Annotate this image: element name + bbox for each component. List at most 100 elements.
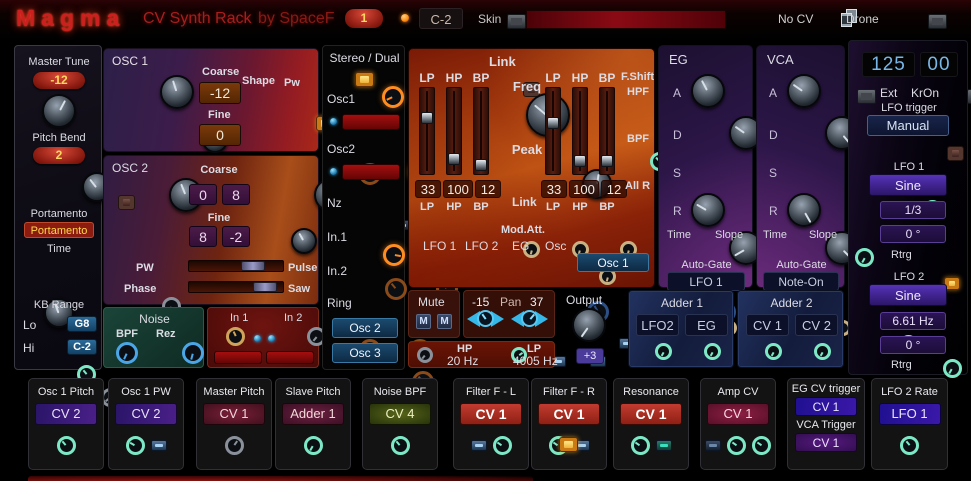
lfo2-phase-knob[interactable] xyxy=(943,359,962,378)
eg-sustain-knob[interactable] xyxy=(691,193,725,227)
lfo1-wave-display[interactable]: Sine xyxy=(869,174,947,196)
filter-l-lp-slider[interactable] xyxy=(419,87,435,175)
vca-attack-knob[interactable] xyxy=(787,74,821,108)
filter-l-bp-thumb[interactable] xyxy=(475,159,487,171)
osc2-fine-display-a[interactable]: 8 xyxy=(189,226,217,247)
cv-amount-knob[interactable] xyxy=(225,436,244,455)
in1-gain-knob[interactable] xyxy=(226,327,245,346)
skin-name-bar[interactable] xyxy=(526,10,726,29)
cv-mode-button[interactable] xyxy=(705,440,721,451)
cv-mode-button[interactable] xyxy=(471,440,487,451)
cv-source-display[interactable]: CV 1 xyxy=(460,403,522,425)
filter-l-lp-thumb[interactable] xyxy=(421,112,433,124)
output-knob[interactable] xyxy=(572,308,606,342)
filter-r-bp-slider[interactable] xyxy=(599,87,615,175)
adder2-src1-knob[interactable] xyxy=(765,343,782,360)
kb-hi-display[interactable]: C-2 xyxy=(67,339,97,355)
adder1-src1-display[interactable]: LFO2 xyxy=(636,314,679,336)
cv-amount-knob-2[interactable] xyxy=(752,436,771,455)
adder1-src1-knob[interactable] xyxy=(655,343,672,360)
stereo-dual-button[interactable] xyxy=(355,72,374,87)
note-display[interactable]: C-2 xyxy=(419,8,463,29)
osc2-saw-slider[interactable] xyxy=(188,281,284,293)
output-gain-display[interactable]: +3 xyxy=(576,348,604,364)
adder1-src2-knob[interactable] xyxy=(704,343,721,360)
filter-l-bp-slider[interactable] xyxy=(473,87,489,175)
osc2-fine-display-b[interactable]: -2 xyxy=(222,226,250,247)
osc2-pulse-slider[interactable] xyxy=(188,260,284,272)
drone-button[interactable] xyxy=(928,14,947,29)
cv-amount-knob[interactable] xyxy=(126,436,145,455)
skin-button[interactable] xyxy=(507,14,526,29)
filter-r-bp-thumb[interactable] xyxy=(601,155,613,167)
eg-attack-knob[interactable] xyxy=(691,74,725,108)
filter-r-hp-thumb[interactable] xyxy=(574,155,586,167)
cv-source-display[interactable]: CV 1 xyxy=(795,397,857,416)
cv-source-display[interactable]: CV 2 xyxy=(115,403,177,425)
mixer-nz-knob-r[interactable] xyxy=(383,244,405,266)
cv-source-display[interactable]: CV 1 xyxy=(538,403,600,425)
osc2-coarse-display-b[interactable]: 8 xyxy=(222,184,250,205)
lfo2-wave-display[interactable]: Sine xyxy=(869,284,947,306)
cv-amount-knob[interactable] xyxy=(493,436,512,455)
mixer-osc3-select-button[interactable]: Osc 3 xyxy=(332,343,398,363)
osc2-enable-button[interactable] xyxy=(118,195,135,210)
cv-source-display[interactable]: CV 1 xyxy=(203,403,265,425)
cv-source-display[interactable]: LFO 1 xyxy=(879,403,941,425)
filter-l-hp-slider[interactable] xyxy=(446,87,462,175)
mixer-osc1-knob-l[interactable] xyxy=(382,86,404,108)
lfo-trigger-button[interactable] xyxy=(947,146,964,161)
pan-left-control[interactable] xyxy=(467,310,504,332)
lfo-trigger-display[interactable]: Manual xyxy=(867,115,949,136)
osc1-coarse-display[interactable]: -12 xyxy=(199,82,241,104)
cv-mode-button[interactable] xyxy=(151,440,167,451)
filter-osc-select-display[interactable]: Osc 1 xyxy=(577,253,649,272)
cv-amount-knob[interactable] xyxy=(727,436,746,455)
lfo2-phase-display[interactable]: 0 ° xyxy=(880,336,946,354)
filter-r-hp-slider[interactable] xyxy=(572,87,588,175)
cv-source-display[interactable]: Adder 1 xyxy=(282,403,344,425)
noise-bpf-knob[interactable] xyxy=(116,342,138,364)
cv-source-display[interactable]: CV 4 xyxy=(369,403,431,425)
kb-lo-display[interactable]: G8 xyxy=(67,316,97,332)
pan-left-knob[interactable] xyxy=(477,310,494,327)
osc1-coarse-knob[interactable] xyxy=(160,75,194,109)
cv-amount-knob[interactable] xyxy=(391,436,410,455)
vca-sustain-knob[interactable] xyxy=(787,193,821,227)
master-tune-knob[interactable] xyxy=(42,94,76,128)
cv-source-display[interactable]: CV 2 xyxy=(35,403,97,425)
lfo1-phase-display[interactable]: 0 ° xyxy=(880,225,946,243)
cv-amount-knob[interactable] xyxy=(900,436,919,455)
cv-source-display[interactable]: CV 1 xyxy=(620,403,682,425)
output-hp-knob[interactable] xyxy=(417,347,433,363)
pan-right-control[interactable] xyxy=(511,310,548,332)
lfo1-phase-knob[interactable] xyxy=(855,248,874,267)
osc2-fine-knob-a[interactable] xyxy=(291,228,317,254)
adder2-src1-display[interactable]: CV 1 xyxy=(746,314,789,336)
master-tune-display[interactable]: -12 xyxy=(33,72,85,89)
filter-r-lp-slider[interactable] xyxy=(545,87,561,175)
program-button[interactable]: 1 xyxy=(345,9,383,28)
eg-auto-gate-display[interactable]: LFO 1 xyxy=(667,272,745,291)
mixer-osc2-select-button[interactable]: Osc 2 xyxy=(332,318,398,338)
cv-amount-knob[interactable] xyxy=(631,436,650,455)
osc1-fine-display[interactable]: 0 xyxy=(199,124,241,146)
filter-l-hp-thumb[interactable] xyxy=(448,153,460,165)
cv-amount-knob[interactable] xyxy=(304,436,323,455)
lfo2-rate-display[interactable]: 6.61 Hz xyxy=(880,312,946,330)
adder1-src2-display[interactable]: EG xyxy=(685,314,728,336)
osc2-coarse-display-a[interactable]: 0 xyxy=(189,184,217,205)
adder2-src2-display[interactable]: CV 2 xyxy=(795,314,838,336)
lfo1-rate-display[interactable]: 1/3 xyxy=(880,201,946,219)
osc2-saw-slider-thumb[interactable] xyxy=(253,282,277,292)
cv-amount-knob[interactable] xyxy=(57,436,76,455)
cv-source-display[interactable]: CV 1 xyxy=(707,403,769,425)
pan-right-knob[interactable] xyxy=(521,310,538,327)
osc2-pulse-slider-thumb[interactable] xyxy=(241,261,265,271)
cv-mode-button[interactable] xyxy=(656,440,672,451)
pitch-bend-display[interactable]: 2 xyxy=(33,147,85,164)
cv-source-display-2[interactable]: CV 1 xyxy=(795,433,857,452)
tempo-bpm-display[interactable]: 125 xyxy=(862,52,915,77)
noise-rez-knob[interactable] xyxy=(182,342,204,364)
tempo-frac-display[interactable]: 00 xyxy=(920,52,958,77)
